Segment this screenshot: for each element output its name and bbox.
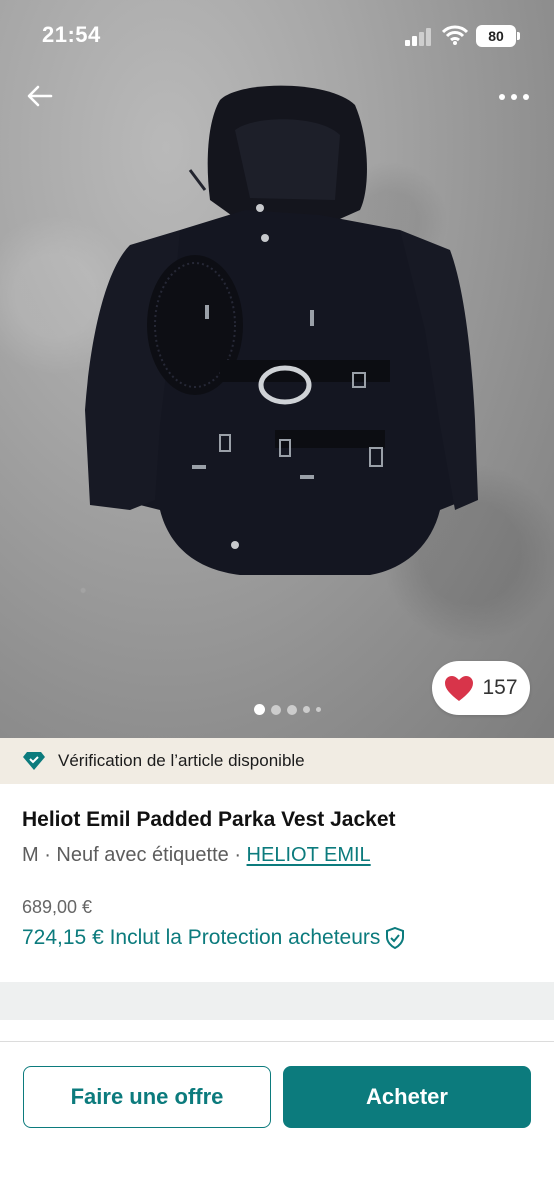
section-separator	[0, 982, 554, 1020]
verification-banner[interactable]: Vérification de l’article disponible	[0, 738, 554, 784]
buy-button[interactable]: Acheter	[283, 1066, 531, 1128]
item-meta: M · Neuf avec étiquette · HELIOT EMIL	[22, 844, 532, 867]
wifi-icon	[442, 25, 468, 45]
favorite-button[interactable]: 157	[432, 661, 530, 715]
verified-diamond-icon	[23, 752, 45, 770]
shield-check-icon	[386, 927, 405, 949]
divider	[0, 1041, 554, 1042]
item-details: Heliot Emil Padded Parka Vest Jacket M ·…	[22, 808, 532, 950]
carousel-dot[interactable]	[254, 704, 265, 715]
battery-indicator: 80	[476, 25, 520, 47]
carousel-dot[interactable]	[303, 706, 310, 713]
product-photo[interactable]	[0, 0, 554, 738]
carousel-indicator	[254, 704, 321, 715]
jacket-image	[85, 85, 478, 575]
item-title: Heliot Emil Padded Parka Vest Jacket	[22, 808, 396, 831]
carousel-dot[interactable]	[271, 704, 281, 715]
cellular-signal-icon	[405, 28, 431, 46]
total-price-label: 724,15 € Inclut la Protection acheteurs	[22, 926, 381, 949]
brand-link[interactable]: HELIOT EMIL	[247, 844, 371, 866]
heart-icon	[445, 675, 474, 701]
more-icon	[499, 94, 529, 100]
favorite-count: 157	[482, 676, 518, 699]
item-size-condition: M · Neuf avec étiquette ·	[22, 844, 247, 866]
back-arrow-icon	[27, 85, 53, 107]
carousel-dot[interactable]	[316, 707, 321, 712]
carousel-dot[interactable]	[287, 704, 297, 715]
more-options-button[interactable]	[494, 80, 534, 114]
make-offer-button[interactable]: Faire une offre	[23, 1066, 271, 1128]
item-price: 689,00 €	[22, 897, 93, 917]
status-time: 21:54	[42, 22, 101, 47]
status-bar: 21:54 80	[0, 0, 554, 72]
verification-label: Vérification de l’article disponible	[58, 751, 305, 770]
buyer-protection-price[interactable]: 724,15 € Inclut la Protection acheteurs	[22, 926, 532, 950]
back-button[interactable]	[22, 78, 58, 114]
